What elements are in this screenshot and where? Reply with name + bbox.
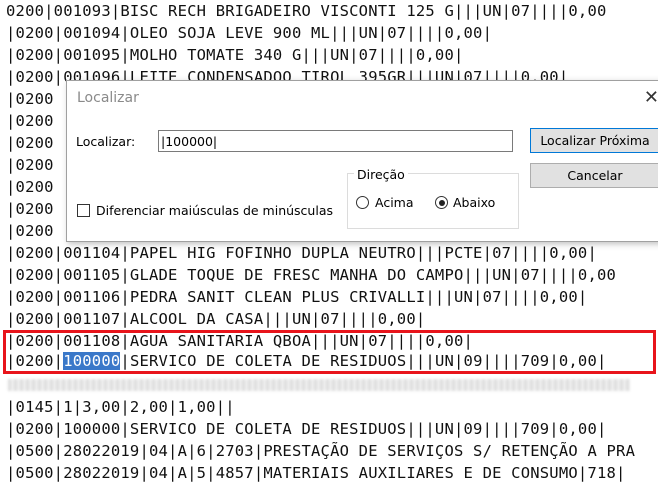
editor-line: |0200|001094|OLEO SOJA LEVE 900 ML|||UN|… [6,24,493,42]
editor-line: |0200|100000|SERVICO DE COLETA DE RESIDU… [6,420,607,438]
blurred-line [8,379,630,391]
dialog-title: Localizar [77,90,139,106]
editor-line: |0200 [6,178,54,196]
find-dialog: Localizar ✕ Localizar: Localizar Próxima… [66,80,658,242]
editor-line: |0200 [6,222,54,240]
find-label: Localizar: [76,134,136,149]
editor-line: |0200 [6,156,54,174]
editor-line: |0200 [6,134,54,152]
match-case-checkbox[interactable] [77,204,90,217]
editor-line: |0500|28022019|04|A|6|2703|PRESTAÇÃO DE … [6,442,636,460]
match-case-label[interactable]: Diferenciar maiúsculas de minúsculas [96,203,333,218]
direction-up-label[interactable]: Acima [375,195,414,210]
direction-down-radio[interactable] [435,196,448,209]
editor-line: |0200 [6,112,54,130]
annotation-highlight-box [3,330,656,374]
editor-line: |0500|28022019|04|A|5|4857|MATERIAIS AUX… [6,464,626,482]
editor-line: |0200|001104|PAPEL HIG FOFINHO DUPLA NEU… [6,244,597,262]
editor-line: |0200 [6,90,54,108]
direction-label: Direção [354,167,408,182]
editor-line: |0200|001106|PEDRA SANIT CLEAN PLUS CRIV… [6,288,588,306]
dialog-titlebar[interactable]: Localizar ✕ [67,81,658,115]
close-icon[interactable]: ✕ [644,87,658,108]
cancel-button[interactable]: Cancelar [530,163,658,188]
editor-line: |0200|001095|MOLHO TOMATE 340 G|||UN|07|… [6,46,464,64]
editor-line: 0200|001093|BISC RECH BRIGADEIRO VISCONT… [6,2,607,20]
editor-line: |0200|001107|ALCOOL DA CASA|||UN|07||||0… [6,310,426,328]
find-input[interactable] [158,130,513,152]
direction-up-radio[interactable] [356,196,369,209]
editor-line: |0200|001105|GLADE TOQUE DE FRESC MANHA … [6,266,617,284]
find-next-button[interactable]: Localizar Próxima [530,128,658,153]
direction-down-label[interactable]: Abaixo [453,195,495,210]
editor-line: |0200 [6,200,54,218]
editor-line: |0145|1|3,00|2,00|1,00|| [6,398,235,416]
text-editor[interactable]: 0200|001093|BISC RECH BRIGADEIRO VISCONT… [0,0,658,496]
